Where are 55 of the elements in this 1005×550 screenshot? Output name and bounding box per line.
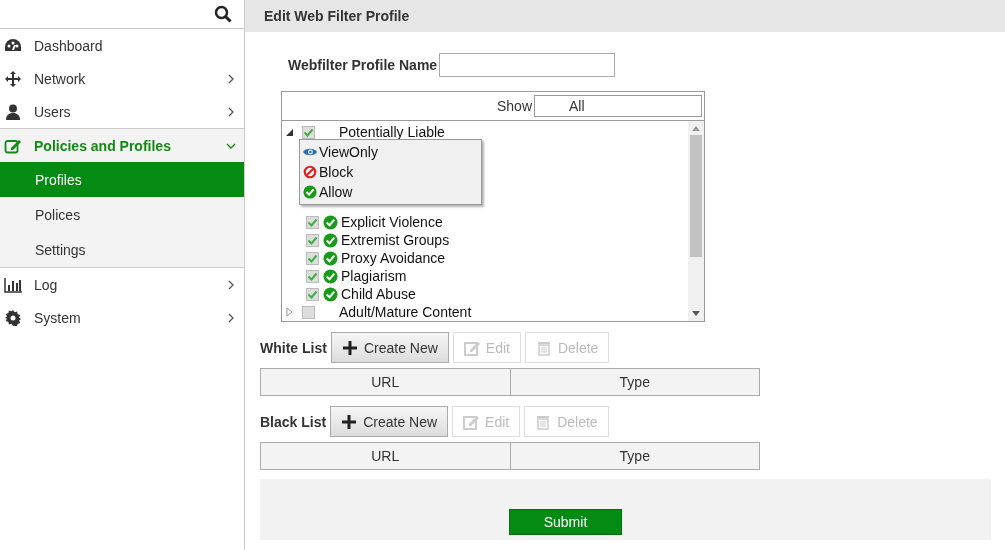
nav-item[interactable]: Network bbox=[0, 62, 244, 95]
page-title: Edit Web Filter Profile bbox=[245, 0, 1005, 32]
column-header: Type bbox=[510, 368, 760, 396]
edit-icon bbox=[463, 413, 480, 430]
bar-chart-icon bbox=[4, 276, 22, 293]
nav-subitem[interactable]: Polices bbox=[0, 197, 244, 232]
column-header: URL bbox=[260, 368, 511, 396]
nav-item[interactable]: Policies and Profiles bbox=[0, 128, 244, 162]
nav-item[interactable]: Users bbox=[0, 95, 244, 128]
submit-button[interactable]: Submit bbox=[509, 509, 622, 535]
edit-icon bbox=[463, 339, 480, 356]
nav-subitem[interactable]: Settings bbox=[0, 232, 244, 267]
tree-item-label[interactable]: Child Abuse bbox=[341, 286, 416, 302]
tree-item-label[interactable]: Potentially Liable bbox=[339, 124, 445, 140]
menu-item[interactable]: ViewOnly bbox=[300, 142, 481, 162]
plus-icon bbox=[341, 413, 358, 430]
column-header: URL bbox=[260, 442, 511, 470]
menu-item[interactable]: Block bbox=[300, 162, 481, 182]
up-arrow-icon bbox=[692, 125, 700, 131]
gear-icon bbox=[4, 309, 22, 326]
edit-icon bbox=[4, 137, 22, 154]
show-select[interactable]: All bbox=[534, 95, 702, 117]
nav-item[interactable]: Dashboard bbox=[0, 29, 244, 62]
tree-item-label[interactable]: Extremist Groups bbox=[341, 232, 450, 248]
show-label: Show bbox=[496, 98, 532, 114]
no-entry-icon bbox=[302, 165, 318, 179]
trash-icon bbox=[535, 339, 552, 356]
gauge-icon bbox=[4, 37, 22, 54]
create-button[interactable]: Create New bbox=[330, 406, 449, 437]
tree-item-label[interactable]: Proxy Avoidance bbox=[341, 250, 446, 266]
nav-item[interactable]: System bbox=[0, 301, 244, 334]
chevron-right-icon bbox=[226, 312, 236, 323]
chevron-right-icon bbox=[226, 73, 236, 84]
move-arrows-icon bbox=[4, 70, 22, 87]
scrollbar[interactable] bbox=[688, 121, 704, 321]
section-label: White List bbox=[260, 339, 327, 356]
chevron-right-icon bbox=[226, 279, 236, 290]
chevron-right-icon bbox=[226, 106, 236, 117]
menu-item[interactable]: Allow bbox=[300, 182, 481, 202]
check-circle-icon bbox=[302, 185, 318, 199]
search-icon bbox=[214, 5, 232, 23]
nav-subitem[interactable]: Profiles bbox=[0, 162, 244, 197]
field-label: Webfilter Profile Name bbox=[288, 57, 438, 73]
tree-item-label[interactable]: Adult/Mature Content bbox=[339, 304, 472, 320]
tree-item-label[interactable]: Plagiarism bbox=[341, 268, 407, 284]
plus-icon bbox=[341, 339, 358, 356]
column-header: Type bbox=[510, 442, 760, 470]
section-label: Black List bbox=[260, 413, 327, 430]
down-arrow-icon bbox=[692, 311, 700, 317]
trash-icon bbox=[535, 413, 552, 430]
nav-item[interactable]: Log bbox=[0, 268, 244, 301]
create-button[interactable]: Create New bbox=[330, 332, 449, 363]
user-icon bbox=[4, 103, 22, 120]
text-field[interactable] bbox=[439, 53, 616, 77]
tree-item-label[interactable]: Explicit Violence bbox=[341, 214, 443, 230]
